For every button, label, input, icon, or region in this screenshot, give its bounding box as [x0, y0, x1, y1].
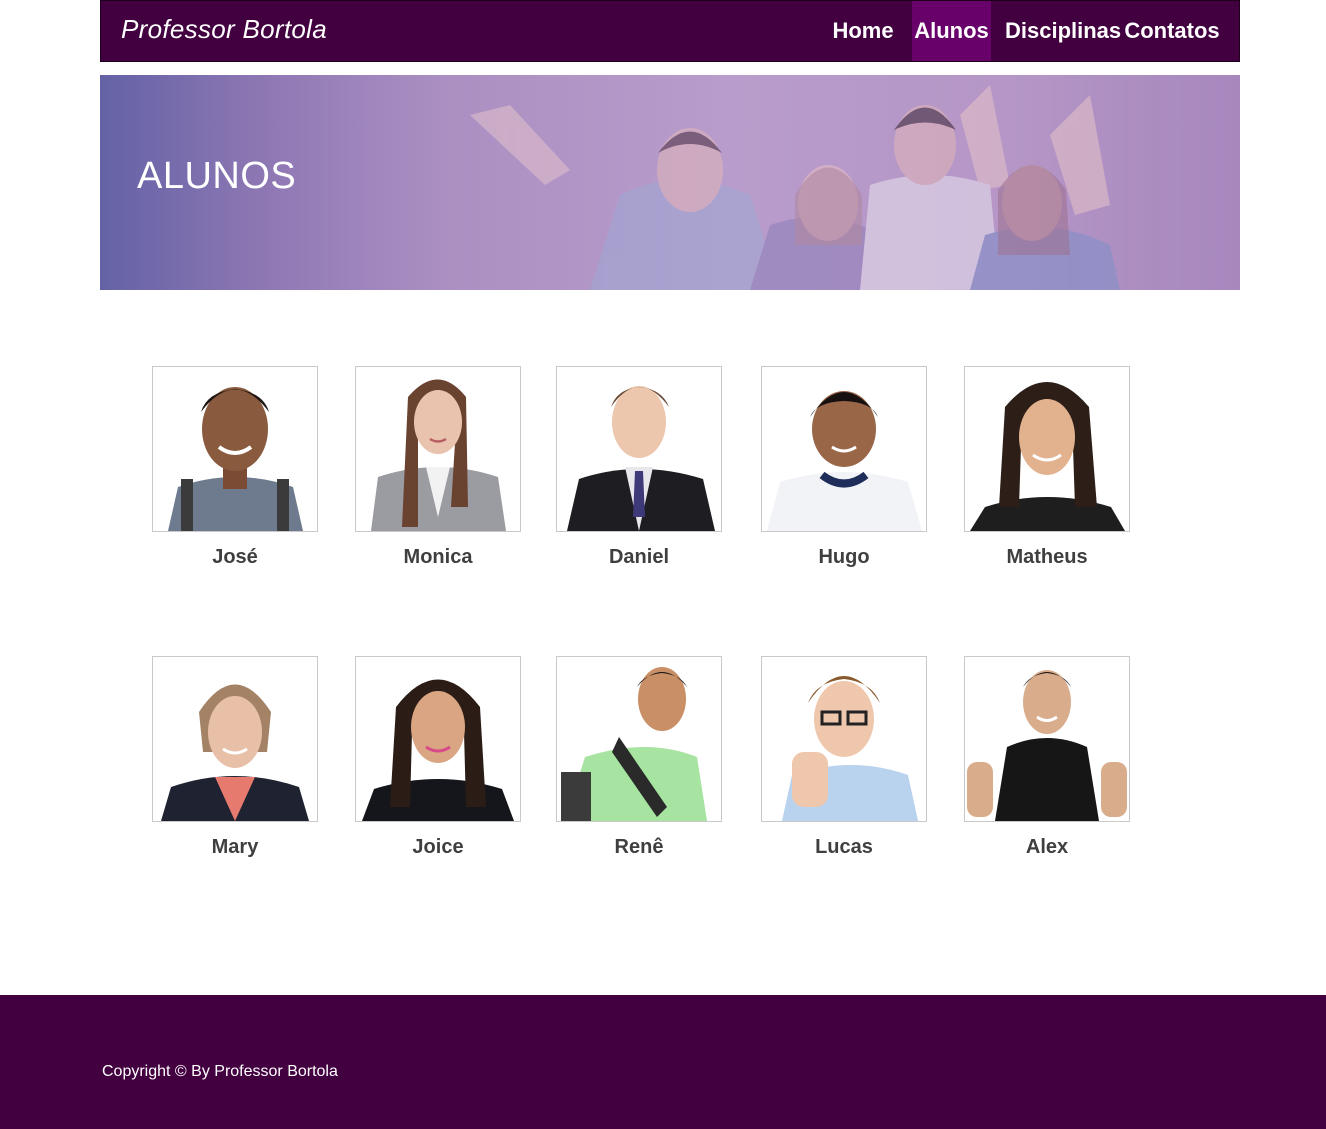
nav-disciplinas[interactable]: Disciplinas — [1005, 1, 1121, 61]
group-photo-image — [470, 85, 1120, 290]
student-name: Lucas — [815, 836, 873, 858]
portrait-image — [567, 386, 715, 531]
student-photo[interactable] — [355, 656, 521, 822]
portrait-image — [561, 667, 707, 821]
copyright-text: Copyright © By Professor Bortola — [102, 1063, 338, 1080]
student-photo[interactable] — [152, 366, 318, 532]
student-photo[interactable] — [152, 656, 318, 822]
student-card-monica[interactable]: Monica — [355, 366, 521, 569]
student-card-matheus[interactable]: Matheus — [964, 366, 1130, 569]
student-name: Renê — [614, 836, 664, 858]
student-photo[interactable] — [761, 656, 927, 822]
student-name: Daniel — [608, 546, 670, 568]
student-photo[interactable] — [355, 366, 521, 532]
student-photo[interactable] — [556, 656, 722, 822]
student-card-alex[interactable]: Alex — [964, 656, 1130, 859]
top-navbar: Professor Bortola Home Alunos Disciplina… — [100, 0, 1240, 62]
site-brand[interactable]: Professor Bortola — [121, 14, 327, 45]
student-name: Monica — [403, 546, 473, 568]
page-title: ALUNOS — [137, 155, 297, 197]
portrait-image — [967, 670, 1127, 821]
portrait-image — [371, 379, 506, 531]
student-card-hugo[interactable]: Hugo — [761, 366, 927, 569]
student-card-mary[interactable]: Mary — [152, 656, 318, 859]
student-card-daniel[interactable]: Daniel — [556, 366, 722, 569]
student-photo[interactable] — [964, 656, 1130, 822]
portrait-image — [767, 391, 922, 531]
student-name: Mary — [211, 836, 259, 858]
footer: Copyright © By Professor Bortola — [0, 995, 1326, 1129]
student-name: Hugo — [818, 546, 870, 568]
student-card-joice[interactable]: Joice — [355, 656, 521, 859]
portrait-image — [970, 382, 1125, 531]
student-photo[interactable] — [556, 366, 722, 532]
student-name: Matheus — [1006, 546, 1088, 568]
portrait-image — [168, 387, 303, 531]
student-photo[interactable] — [964, 366, 1130, 532]
student-photo[interactable] — [761, 366, 927, 532]
student-card-lucas[interactable]: Lucas — [761, 656, 927, 859]
student-card-rene[interactable]: Renê — [556, 656, 722, 859]
nav-home[interactable]: Home — [821, 1, 905, 61]
student-name: Alex — [1025, 836, 1069, 858]
nav-contatos[interactable]: Contatos — [1123, 1, 1221, 61]
nav-alunos[interactable]: Alunos — [912, 1, 991, 61]
portrait-image — [362, 679, 514, 821]
student-name: José — [212, 546, 258, 568]
portrait-image — [161, 684, 309, 821]
hero-banner: ALUNOS — [100, 75, 1240, 290]
portrait-image — [782, 676, 918, 821]
student-name: Joice — [412, 836, 464, 858]
student-card-jose[interactable]: José — [152, 366, 318, 569]
